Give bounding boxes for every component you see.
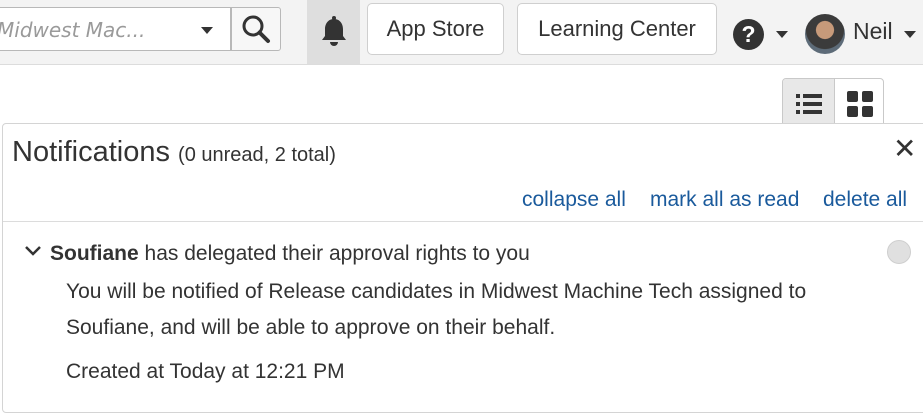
collapse-all-link[interactable]: collapse all bbox=[522, 188, 626, 212]
search-button[interactable] bbox=[231, 7, 281, 51]
notification-timestamp: Created at Today at 12:21 PM bbox=[66, 360, 345, 383]
notifications-button[interactable] bbox=[307, 0, 360, 64]
user-menu-chevron-down-icon[interactable] bbox=[904, 31, 916, 38]
notifications-title: Notifications bbox=[12, 136, 170, 168]
user-name[interactable]: Neil bbox=[853, 18, 893, 45]
mark-all-read-link[interactable]: mark all as read bbox=[650, 188, 799, 212]
delete-all-link[interactable]: delete all bbox=[823, 188, 907, 212]
read-status-indicator[interactable] bbox=[887, 240, 911, 264]
chevron-down-icon[interactable] bbox=[201, 27, 213, 34]
grid-view-button[interactable] bbox=[834, 79, 883, 127]
notifications-counts: (0 unread, 2 total) bbox=[178, 144, 336, 166]
view-toggle bbox=[782, 78, 884, 128]
panel-title: Notifications (0 unread, 2 total) bbox=[12, 136, 336, 169]
notification-summary: has delegated their approval rights to y… bbox=[138, 242, 530, 265]
workspace-select-value: Midwest Mac... bbox=[0, 18, 146, 42]
help-icon[interactable]: ? bbox=[733, 19, 764, 50]
avatar[interactable] bbox=[805, 14, 845, 54]
learning-center-label: Learning Center bbox=[538, 16, 696, 41]
notifications-panel: Notifications (0 unread, 2 total) ✕ coll… bbox=[2, 123, 923, 413]
chevron-down-icon[interactable] bbox=[24, 245, 42, 257]
close-icon[interactable]: ✕ bbox=[893, 132, 916, 165]
top-bar: Midwest Mac... App Store Learning Center… bbox=[0, 0, 923, 65]
divider bbox=[3, 221, 923, 222]
workspace-select[interactable]: Midwest Mac... bbox=[0, 7, 231, 51]
search-icon bbox=[242, 15, 270, 43]
notification-heading: Soufiane has delegated their approval ri… bbox=[50, 242, 530, 266]
list-view-icon bbox=[795, 94, 822, 114]
list-view-button[interactable] bbox=[783, 79, 835, 127]
app-store-label: App Store bbox=[386, 16, 485, 41]
notification-body: You will be notified of Release candidat… bbox=[66, 280, 807, 339]
notification-sender: Soufiane bbox=[50, 242, 139, 265]
bell-icon bbox=[321, 16, 346, 46]
help-menu-chevron-down-icon[interactable] bbox=[776, 31, 788, 38]
learning-center-button[interactable]: Learning Center bbox=[517, 3, 717, 55]
grid-view-icon bbox=[846, 91, 873, 117]
app-store-button[interactable]: App Store bbox=[367, 3, 504, 55]
